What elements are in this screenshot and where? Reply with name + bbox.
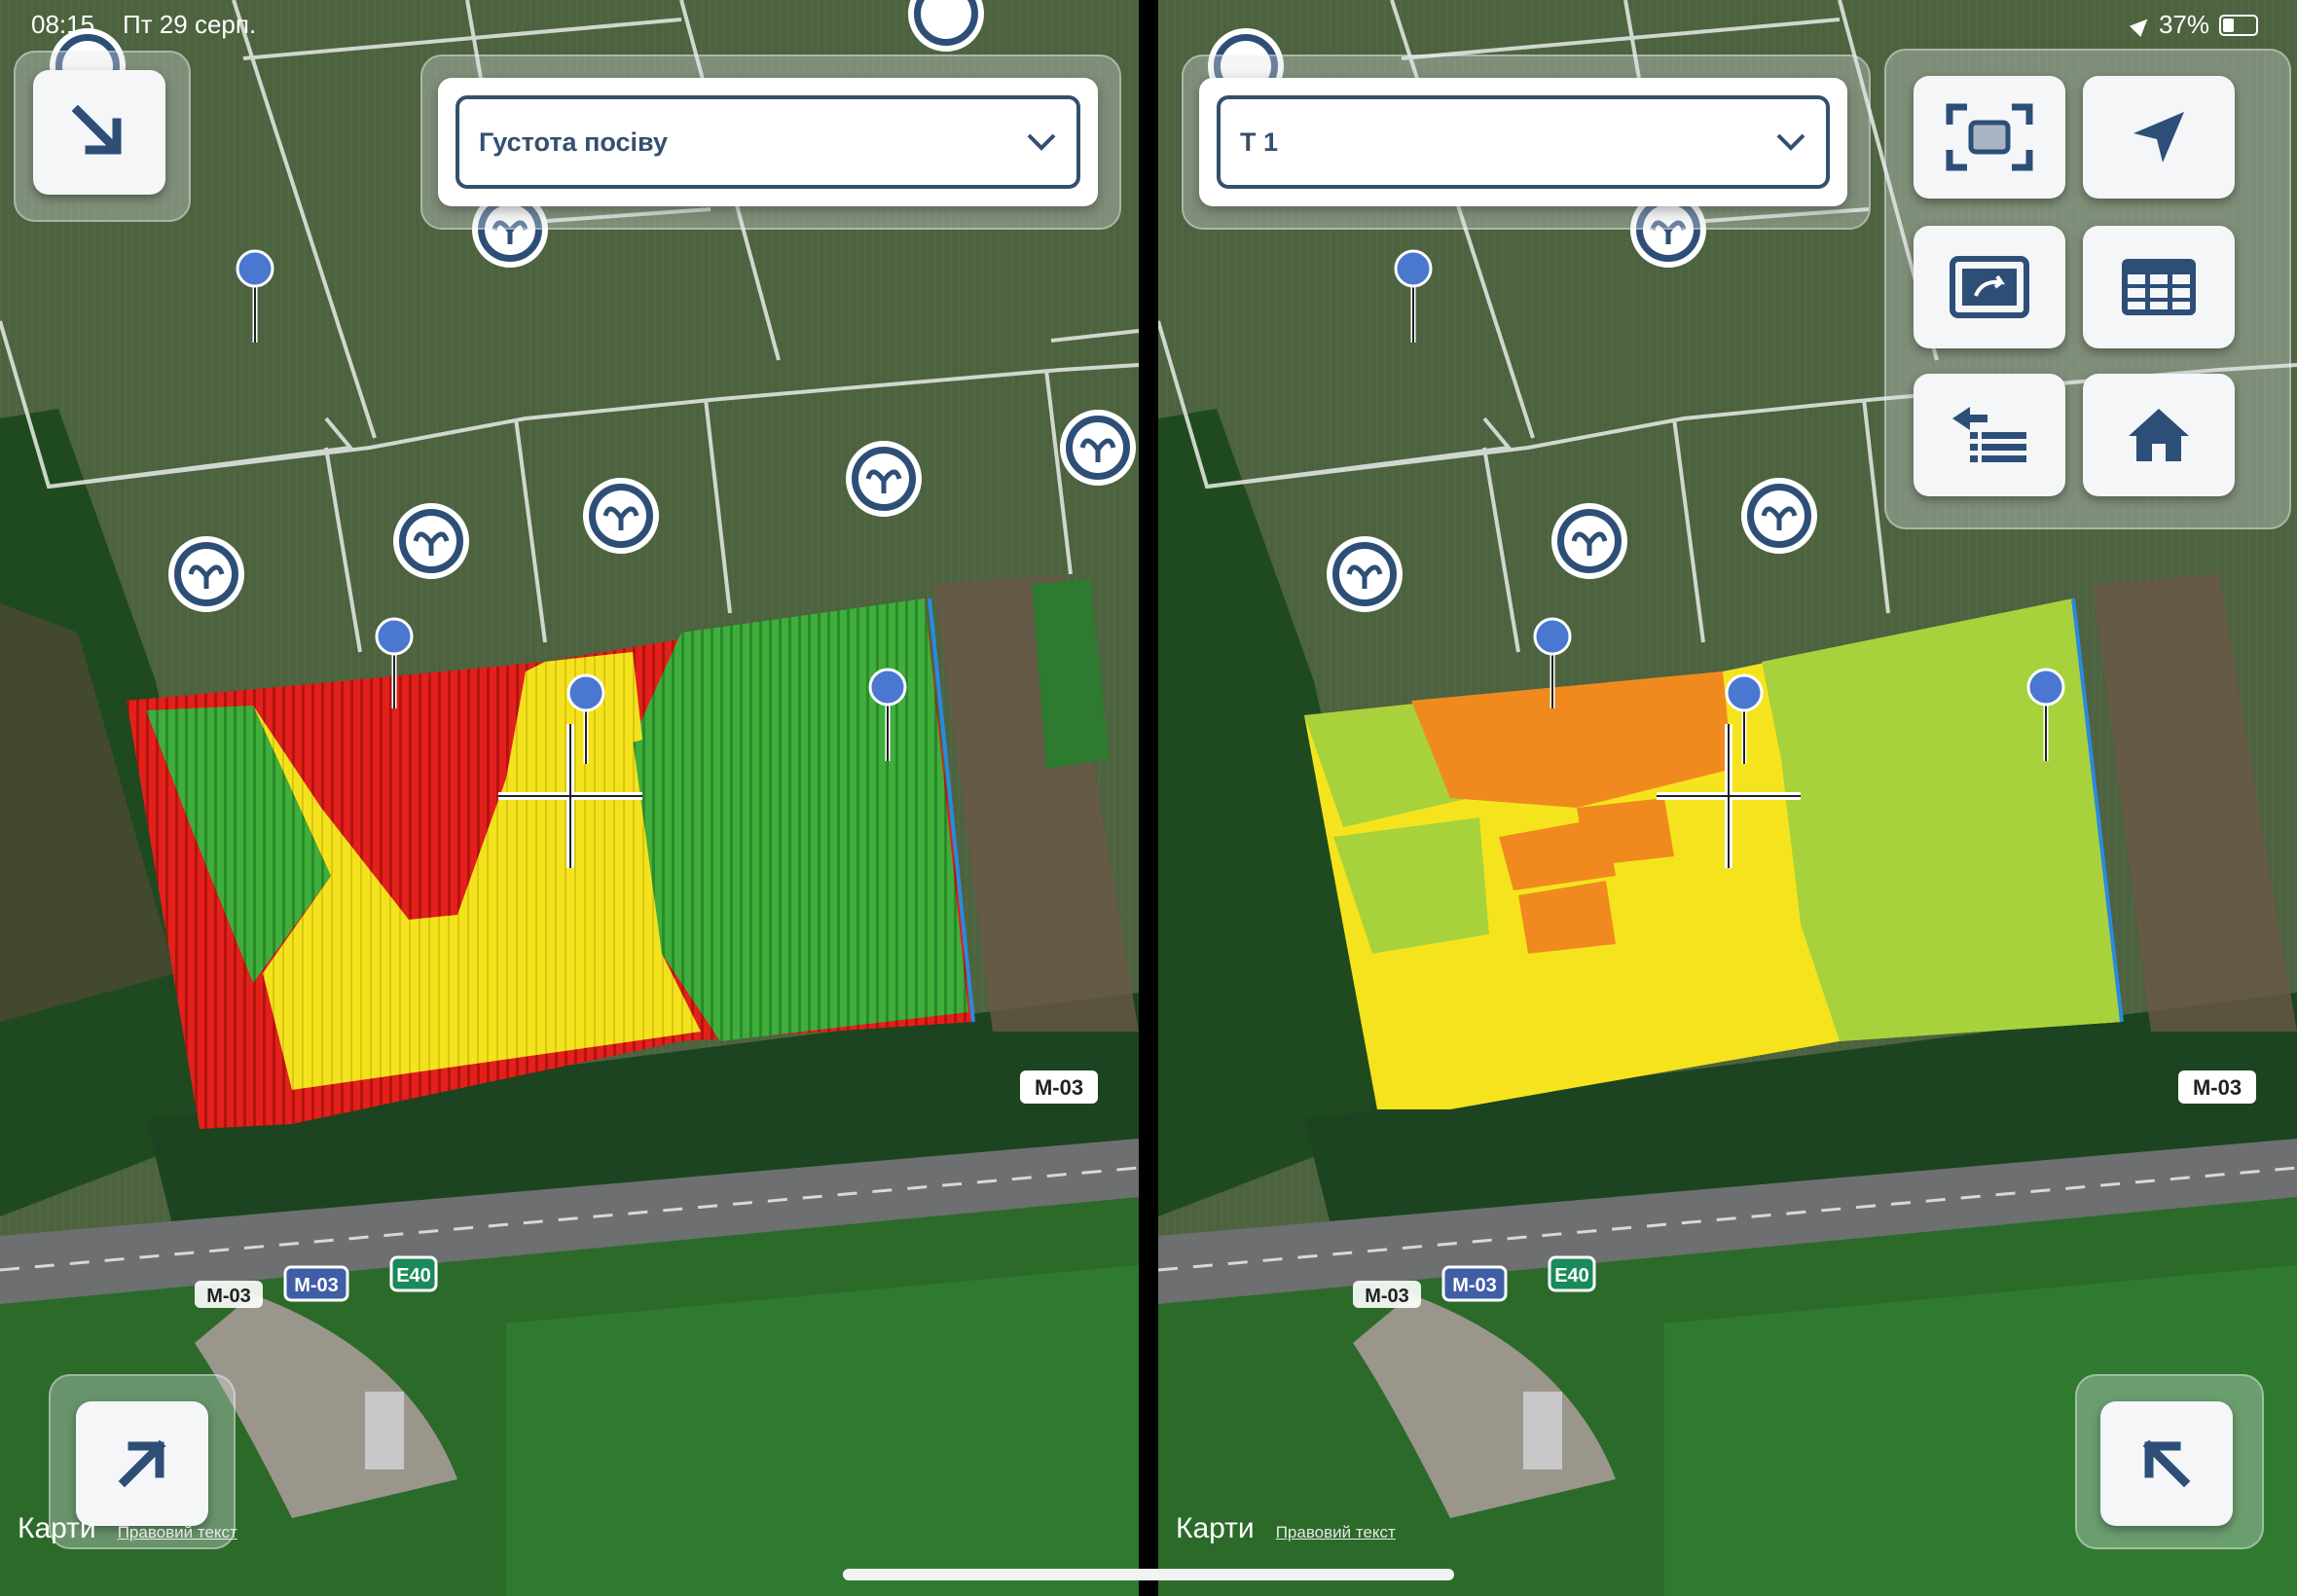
arrow-down-right-icon bbox=[72, 105, 122, 155]
swap-map-button[interactable] bbox=[1914, 226, 2065, 348]
battery-percent: 37% bbox=[2158, 10, 2209, 39]
status-indicators: 37% bbox=[2129, 10, 2258, 40]
collapse-arrow-button[interactable] bbox=[33, 70, 165, 195]
home-button[interactable] bbox=[2083, 374, 2235, 496]
sprout-icon bbox=[393, 503, 469, 579]
expand-arrow-button[interactable] bbox=[76, 1401, 208, 1526]
layers-list-icon bbox=[1952, 407, 2026, 462]
table-icon bbox=[2122, 259, 2196, 315]
svg-text:M-03: M-03 bbox=[1035, 1075, 1083, 1100]
sprout-icon bbox=[1551, 503, 1627, 579]
chevron-down-icon bbox=[1027, 133, 1056, 151]
maps-credit: Карти Правовий текст bbox=[18, 1512, 237, 1545]
layers-list-button[interactable] bbox=[1914, 374, 2065, 496]
legal-text-link[interactable]: Правовий текст bbox=[1276, 1523, 1396, 1542]
status-date: Пт 29 серп. bbox=[122, 10, 257, 39]
layer-dropdown-value: Густота посіву bbox=[479, 127, 668, 157]
status-time: 08:15 bbox=[31, 10, 95, 39]
swap-map-icon bbox=[1950, 256, 2029, 318]
sprout-icon bbox=[1741, 478, 1817, 554]
sprout-icon bbox=[168, 536, 244, 612]
maps-brand: Карти bbox=[18, 1512, 96, 1544]
left-satellite-map[interactable]: M-03 M-03 E40 M-03 bbox=[0, 0, 1139, 1596]
home-indicator[interactable] bbox=[843, 1569, 1454, 1580]
svg-text:E40: E40 bbox=[396, 1265, 431, 1287]
sprout-icon bbox=[583, 478, 659, 554]
navigate-arrow-icon bbox=[2133, 112, 2184, 163]
layer-dropdown-value: Т 1 bbox=[1240, 127, 1279, 157]
location-services-icon bbox=[2129, 13, 2153, 37]
sprout-icon bbox=[846, 441, 922, 517]
right-map-pane[interactable]: M-03 M-03 E40 M-03 37% Т 1 Карти Правови… bbox=[1158, 0, 2297, 1596]
svg-text:M-03: M-03 bbox=[1452, 1275, 1497, 1296]
maps-brand: Карти bbox=[1176, 1512, 1255, 1544]
arrow-up-left-icon bbox=[2142, 1439, 2191, 1488]
navigate-button[interactable] bbox=[2083, 76, 2235, 199]
sprout-icon bbox=[908, 0, 984, 52]
layer-dropdown[interactable]: Густота посіву bbox=[438, 78, 1098, 206]
svg-text:M-03: M-03 bbox=[206, 1286, 251, 1307]
sprout-icon bbox=[1060, 410, 1136, 486]
table-button[interactable] bbox=[2083, 226, 2235, 348]
svg-text:M-03: M-03 bbox=[1365, 1286, 1409, 1307]
chevron-down-icon bbox=[1776, 133, 1805, 151]
battery-icon bbox=[2219, 14, 2258, 36]
svg-text:E40: E40 bbox=[1554, 1265, 1589, 1287]
fit-extent-icon bbox=[1946, 103, 2033, 171]
status-time-date: 08:15 Пт 29 серп. bbox=[31, 10, 256, 40]
split-screen: M-03 M-03 E40 M-03 08:15 Пт 29 серп. Гус… bbox=[0, 0, 2297, 1596]
left-map-pane[interactable]: M-03 M-03 E40 M-03 08:15 Пт 29 серп. Гус… bbox=[0, 0, 1139, 1596]
expand-arrow-button[interactable] bbox=[2100, 1401, 2233, 1526]
svg-text:M-03: M-03 bbox=[294, 1275, 339, 1296]
sprout-icon bbox=[1327, 536, 1403, 612]
home-icon bbox=[2129, 409, 2189, 461]
svg-text:M-03: M-03 bbox=[2193, 1075, 2242, 1100]
arrow-up-right-icon bbox=[118, 1439, 166, 1488]
maps-credit: Карти Правовий текст bbox=[1176, 1512, 1396, 1545]
layer-dropdown[interactable]: Т 1 bbox=[1199, 78, 1847, 206]
legal-text-link[interactable]: Правовий текст bbox=[118, 1523, 237, 1542]
fit-extent-button[interactable] bbox=[1914, 76, 2065, 199]
